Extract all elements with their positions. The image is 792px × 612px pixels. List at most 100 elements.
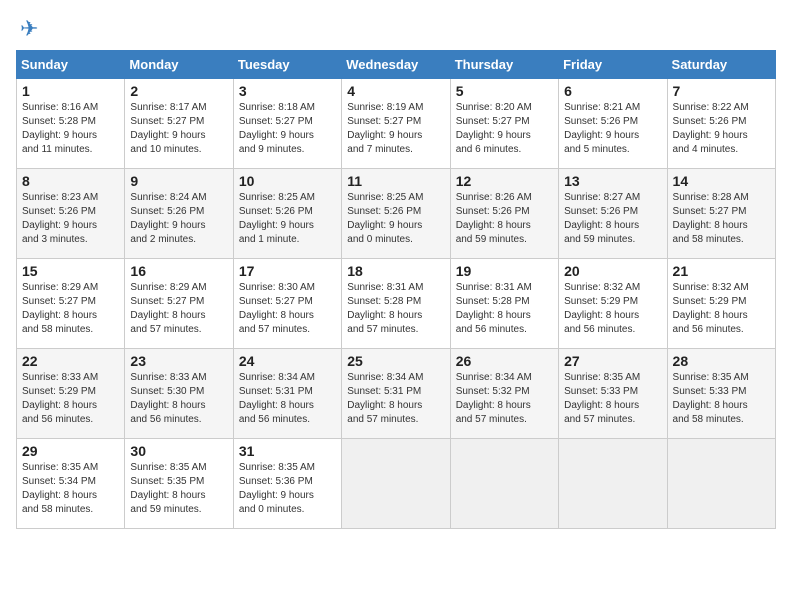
cell-info: Sunrise: 8:34 AMSunset: 5:31 PMDaylight:… [239, 372, 315, 425]
cell-info: Sunrise: 8:29 AMSunset: 5:27 PMDaylight:… [130, 282, 206, 335]
day-number: 5 [456, 83, 553, 99]
day-number: 8 [22, 173, 119, 189]
day-number: 7 [673, 83, 770, 99]
day-number: 30 [130, 443, 227, 459]
day-number: 22 [22, 353, 119, 369]
calendar-cell: 6 Sunrise: 8:21 AMSunset: 5:26 PMDayligh… [559, 79, 667, 169]
calendar-cell: 7 Sunrise: 8:22 AMSunset: 5:26 PMDayligh… [667, 79, 775, 169]
day-number: 11 [347, 173, 444, 189]
calendar-cell: 15 Sunrise: 8:29 AMSunset: 5:27 PMDaylig… [17, 259, 125, 349]
day-number: 1 [22, 83, 119, 99]
calendar-cell: 24 Sunrise: 8:34 AMSunset: 5:31 PMDaylig… [233, 349, 341, 439]
cell-info: Sunrise: 8:33 AMSunset: 5:30 PMDaylight:… [130, 372, 206, 425]
calendar-week-2: 15 Sunrise: 8:29 AMSunset: 5:27 PMDaylig… [17, 259, 776, 349]
cell-info: Sunrise: 8:17 AMSunset: 5:27 PMDaylight:… [130, 102, 206, 155]
calendar-cell: 21 Sunrise: 8:32 AMSunset: 5:29 PMDaylig… [667, 259, 775, 349]
col-friday: Friday [559, 51, 667, 79]
day-number: 6 [564, 83, 661, 99]
cell-info: Sunrise: 8:32 AMSunset: 5:29 PMDaylight:… [673, 282, 749, 335]
day-number: 25 [347, 353, 444, 369]
cell-info: Sunrise: 8:35 AMSunset: 5:33 PMDaylight:… [564, 372, 640, 425]
calendar-cell: 8 Sunrise: 8:23 AMSunset: 5:26 PMDayligh… [17, 169, 125, 259]
cell-info: Sunrise: 8:30 AMSunset: 5:27 PMDaylight:… [239, 282, 315, 335]
cell-info: Sunrise: 8:16 AMSunset: 5:28 PMDaylight:… [22, 102, 98, 155]
calendar-week-1: 8 Sunrise: 8:23 AMSunset: 5:26 PMDayligh… [17, 169, 776, 259]
cell-info: Sunrise: 8:31 AMSunset: 5:28 PMDaylight:… [347, 282, 423, 335]
day-number: 4 [347, 83, 444, 99]
day-number: 15 [22, 263, 119, 279]
day-number: 9 [130, 173, 227, 189]
calendar-week-3: 22 Sunrise: 8:33 AMSunset: 5:29 PMDaylig… [17, 349, 776, 439]
calendar-cell: 18 Sunrise: 8:31 AMSunset: 5:28 PMDaylig… [342, 259, 450, 349]
cell-info: Sunrise: 8:21 AMSunset: 5:26 PMDaylight:… [564, 102, 640, 155]
calendar-cell [450, 439, 558, 529]
day-number: 16 [130, 263, 227, 279]
logo-bird-icon: ✈ [20, 16, 38, 42]
day-number: 3 [239, 83, 336, 99]
cell-info: Sunrise: 8:23 AMSunset: 5:26 PMDaylight:… [22, 192, 98, 245]
calendar-cell: 17 Sunrise: 8:30 AMSunset: 5:27 PMDaylig… [233, 259, 341, 349]
col-wednesday: Wednesday [342, 51, 450, 79]
day-number: 2 [130, 83, 227, 99]
cell-info: Sunrise: 8:22 AMSunset: 5:26 PMDaylight:… [673, 102, 749, 155]
cell-info: Sunrise: 8:34 AMSunset: 5:31 PMDaylight:… [347, 372, 423, 425]
cell-info: Sunrise: 8:28 AMSunset: 5:27 PMDaylight:… [673, 192, 749, 245]
calendar-week-4: 29 Sunrise: 8:35 AMSunset: 5:34 PMDaylig… [17, 439, 776, 529]
calendar-cell: 5 Sunrise: 8:20 AMSunset: 5:27 PMDayligh… [450, 79, 558, 169]
calendar-cell: 27 Sunrise: 8:35 AMSunset: 5:33 PMDaylig… [559, 349, 667, 439]
calendar-cell: 23 Sunrise: 8:33 AMSunset: 5:30 PMDaylig… [125, 349, 233, 439]
cell-info: Sunrise: 8:27 AMSunset: 5:26 PMDaylight:… [564, 192, 640, 245]
day-number: 17 [239, 263, 336, 279]
col-sunday: Sunday [17, 51, 125, 79]
cell-info: Sunrise: 8:35 AMSunset: 5:34 PMDaylight:… [22, 462, 98, 515]
calendar-cell: 4 Sunrise: 8:19 AMSunset: 5:27 PMDayligh… [342, 79, 450, 169]
cell-info: Sunrise: 8:34 AMSunset: 5:32 PMDaylight:… [456, 372, 532, 425]
calendar-cell: 31 Sunrise: 8:35 AMSunset: 5:36 PMDaylig… [233, 439, 341, 529]
day-number: 27 [564, 353, 661, 369]
cell-info: Sunrise: 8:35 AMSunset: 5:36 PMDaylight:… [239, 462, 315, 515]
day-number: 28 [673, 353, 770, 369]
day-number: 12 [456, 173, 553, 189]
day-number: 18 [347, 263, 444, 279]
calendar-cell [559, 439, 667, 529]
cell-info: Sunrise: 8:33 AMSunset: 5:29 PMDaylight:… [22, 372, 98, 425]
day-number: 21 [673, 263, 770, 279]
calendar-cell: 16 Sunrise: 8:29 AMSunset: 5:27 PMDaylig… [125, 259, 233, 349]
day-number: 20 [564, 263, 661, 279]
calendar-cell [667, 439, 775, 529]
col-tuesday: Tuesday [233, 51, 341, 79]
cell-info: Sunrise: 8:24 AMSunset: 5:26 PMDaylight:… [130, 192, 206, 245]
header-row: Sunday Monday Tuesday Wednesday Thursday… [17, 51, 776, 79]
calendar-cell: 29 Sunrise: 8:35 AMSunset: 5:34 PMDaylig… [17, 439, 125, 529]
calendar-cell: 14 Sunrise: 8:28 AMSunset: 5:27 PMDaylig… [667, 169, 775, 259]
calendar-cell: 12 Sunrise: 8:26 AMSunset: 5:26 PMDaylig… [450, 169, 558, 259]
calendar-table: Sunday Monday Tuesday Wednesday Thursday… [16, 50, 776, 529]
col-monday: Monday [125, 51, 233, 79]
calendar-cell: 13 Sunrise: 8:27 AMSunset: 5:26 PMDaylig… [559, 169, 667, 259]
cell-info: Sunrise: 8:18 AMSunset: 5:27 PMDaylight:… [239, 102, 315, 155]
cell-info: Sunrise: 8:29 AMSunset: 5:27 PMDaylight:… [22, 282, 98, 335]
calendar-cell: 3 Sunrise: 8:18 AMSunset: 5:27 PMDayligh… [233, 79, 341, 169]
header: ✈ [16, 16, 776, 42]
cell-info: Sunrise: 8:32 AMSunset: 5:29 PMDaylight:… [564, 282, 640, 335]
calendar-cell: 30 Sunrise: 8:35 AMSunset: 5:35 PMDaylig… [125, 439, 233, 529]
calendar-cell: 20 Sunrise: 8:32 AMSunset: 5:29 PMDaylig… [559, 259, 667, 349]
logo: ✈ [16, 16, 46, 42]
calendar-cell: 1 Sunrise: 8:16 AMSunset: 5:28 PMDayligh… [17, 79, 125, 169]
cell-info: Sunrise: 8:20 AMSunset: 5:27 PMDaylight:… [456, 102, 532, 155]
calendar-cell: 10 Sunrise: 8:25 AMSunset: 5:26 PMDaylig… [233, 169, 341, 259]
col-thursday: Thursday [450, 51, 558, 79]
col-saturday: Saturday [667, 51, 775, 79]
calendar-cell: 28 Sunrise: 8:35 AMSunset: 5:33 PMDaylig… [667, 349, 775, 439]
calendar-cell: 2 Sunrise: 8:17 AMSunset: 5:27 PMDayligh… [125, 79, 233, 169]
cell-info: Sunrise: 8:26 AMSunset: 5:26 PMDaylight:… [456, 192, 532, 245]
cell-info: Sunrise: 8:25 AMSunset: 5:26 PMDaylight:… [347, 192, 423, 245]
cell-info: Sunrise: 8:25 AMSunset: 5:26 PMDaylight:… [239, 192, 315, 245]
day-number: 24 [239, 353, 336, 369]
day-number: 23 [130, 353, 227, 369]
day-number: 14 [673, 173, 770, 189]
day-number: 10 [239, 173, 336, 189]
cell-info: Sunrise: 8:35 AMSunset: 5:33 PMDaylight:… [673, 372, 749, 425]
calendar-cell: 11 Sunrise: 8:25 AMSunset: 5:26 PMDaylig… [342, 169, 450, 259]
calendar-cell [342, 439, 450, 529]
